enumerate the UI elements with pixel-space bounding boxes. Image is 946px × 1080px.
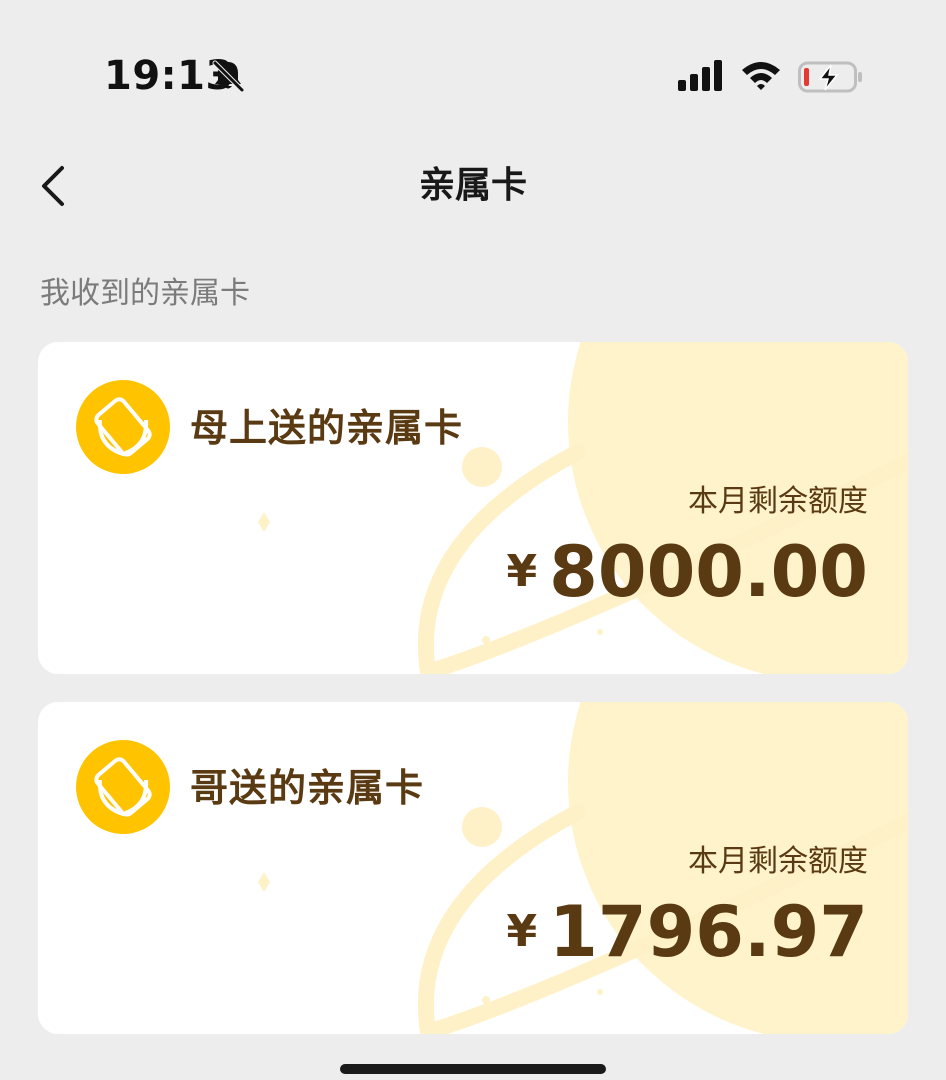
bell-slash-icon [212, 60, 245, 93]
status-bar: 19:13 [0, 0, 946, 150]
amount-value: 8000.00 [549, 531, 868, 613]
family-card-logo-icon [76, 740, 170, 834]
battery-charging-icon [798, 61, 862, 93]
family-card[interactable]: 哥送的亲属卡 本月剩余额度 ¥1796.97 [38, 702, 908, 1034]
page-title: 亲属卡 [418, 165, 527, 206]
wifi-icon [742, 62, 780, 90]
quota-label: 本月剩余额度 [688, 844, 868, 879]
currency-symbol: ¥ [506, 546, 538, 597]
quota-label: 本月剩余额度 [688, 484, 868, 519]
family-card-logo-icon [76, 380, 170, 474]
quota-amount: ¥1796.97 [507, 892, 868, 972]
amount-value: 1796.97 [549, 891, 868, 973]
card-name: 母上送的亲属卡 [190, 406, 464, 450]
family-card[interactable]: 母上送的亲属卡 本月剩余额度 ¥8000.00 [38, 342, 908, 674]
card-name: 哥送的亲属卡 [190, 766, 425, 810]
home-indicator[interactable] [340, 1064, 606, 1074]
currency-symbol: ¥ [506, 906, 538, 957]
cellular-signal-icon [678, 60, 722, 91]
section-label: 我收到的亲属卡 [40, 276, 250, 311]
quota-amount: ¥8000.00 [507, 532, 868, 612]
